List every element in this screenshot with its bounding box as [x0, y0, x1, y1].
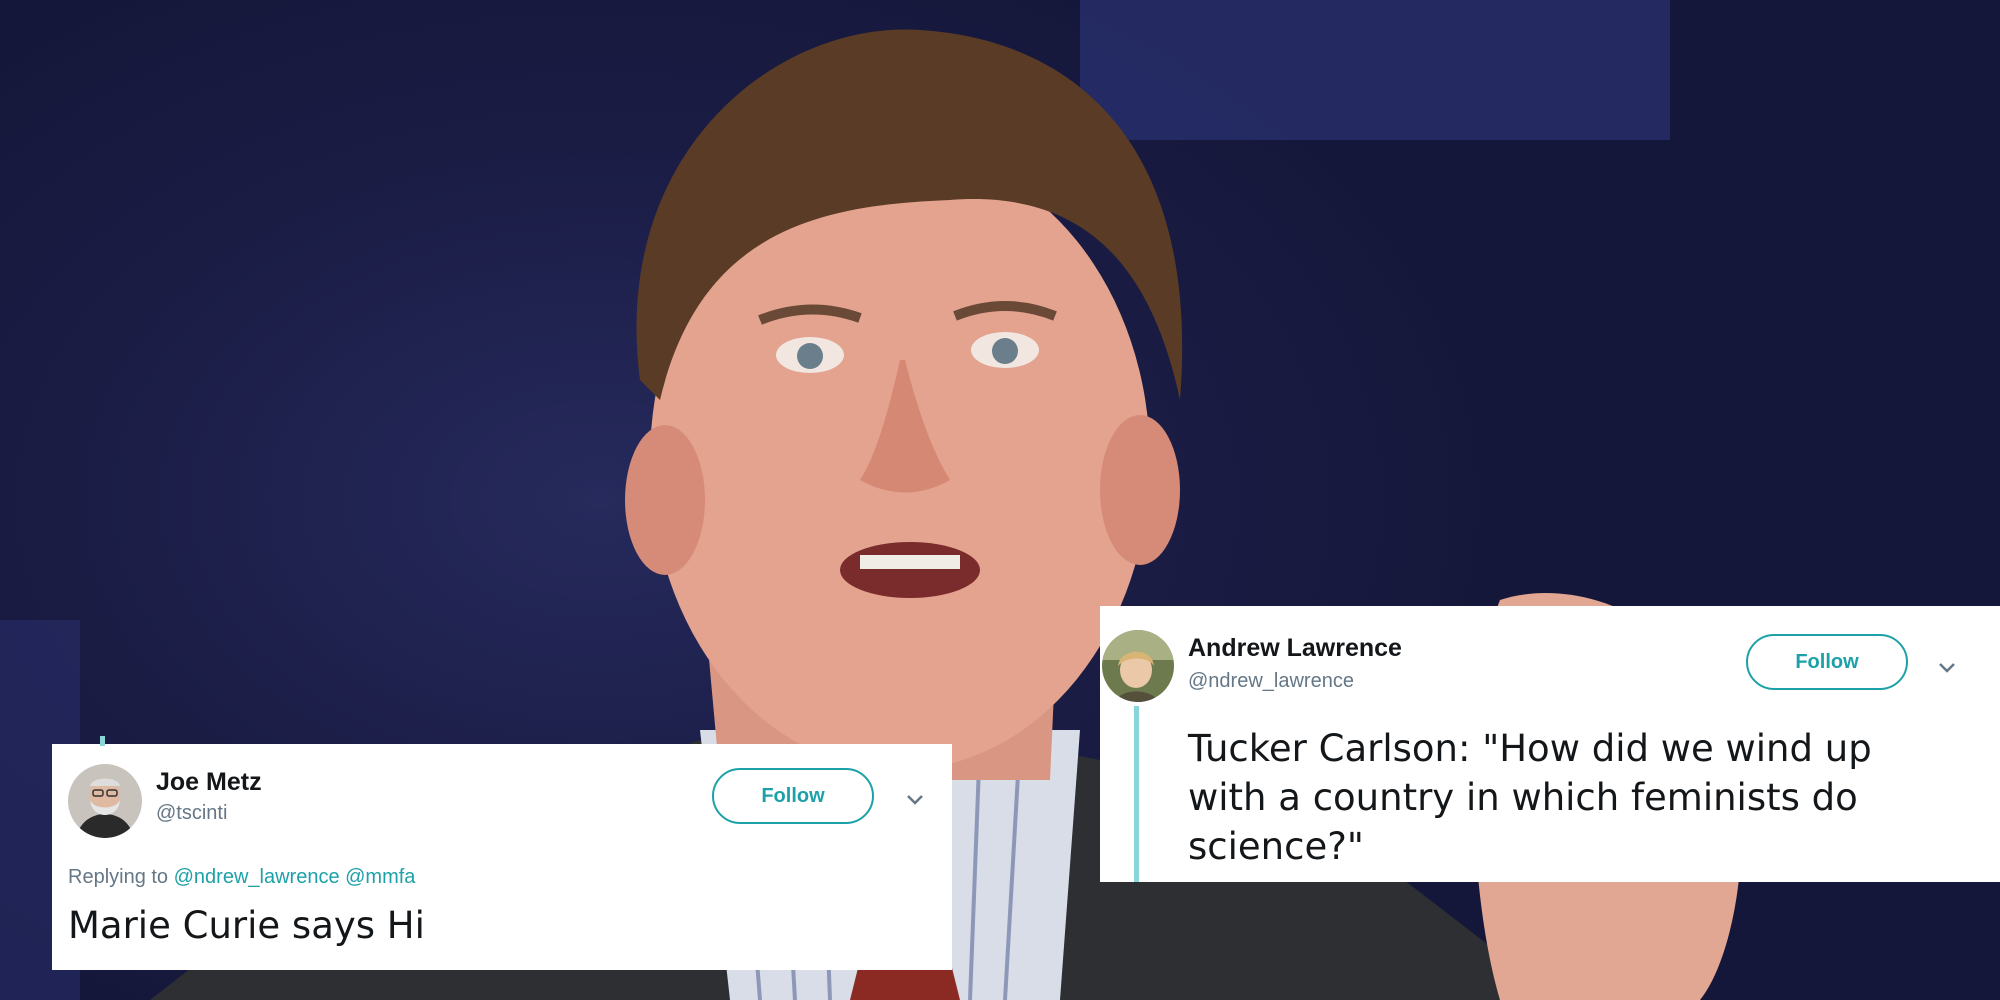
- avatar[interactable]: [68, 764, 142, 838]
- follow-button[interactable]: Follow: [712, 768, 874, 824]
- author-handle[interactable]: @tscinti: [156, 802, 227, 825]
- chevron-down-icon[interactable]: [1936, 656, 1958, 678]
- mention-link[interactable]: @ndrew_lawrence: [174, 866, 340, 888]
- original-tweet-card: Andrew Lawrence @ndrew_lawrence Follow T…: [1100, 606, 2000, 882]
- thread-line: [1134, 706, 1139, 882]
- follow-button[interactable]: Follow: [1746, 634, 1908, 690]
- tweet-text: Tucker Carlson: "How did we wind up with…: [1188, 727, 1872, 868]
- replying-to-line: Replying to @ndrew_lawrence @mmfa: [68, 866, 415, 889]
- avatar[interactable]: [1102, 630, 1174, 702]
- author-name[interactable]: Joe Metz: [156, 768, 262, 797]
- thread-line: [100, 736, 105, 746]
- chevron-down-icon[interactable]: [904, 788, 926, 810]
- author-name[interactable]: Andrew Lawrence: [1188, 634, 1402, 663]
- child-avatar-icon: [1102, 630, 1174, 702]
- tweet-text: Marie Curie says Hi: [68, 904, 425, 947]
- mention-link[interactable]: @mmfa: [345, 866, 415, 888]
- replying-to-label: Replying to: [68, 866, 169, 888]
- reply-tweet-card: Joe Metz @tscinti Follow Replying to @nd…: [52, 736, 952, 970]
- author-handle[interactable]: @ndrew_lawrence: [1188, 670, 1354, 693]
- bearded-man-avatar-icon: [68, 764, 142, 838]
